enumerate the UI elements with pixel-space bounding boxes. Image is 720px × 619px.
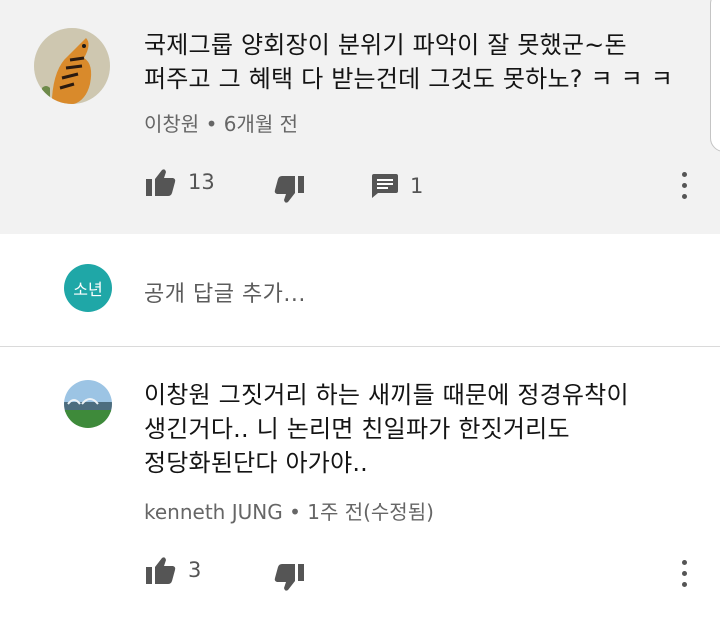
more-options-icon[interactable] [679, 560, 689, 587]
like-count: 3 [188, 558, 202, 582]
divider [0, 346, 720, 347]
comment-icon [372, 174, 398, 198]
more-options-icon[interactable] [679, 172, 689, 199]
comment-text: 이창원 그짓거리 하는 새끼들 때문에 정경유착이 생긴거다.. 니 논리면 친… [144, 381, 629, 477]
avatar-initials: 소년 [73, 280, 103, 299]
scroll-edge [710, 0, 720, 152]
author-name[interactable]: 이창원 [144, 112, 199, 136]
thumbs-up-icon [146, 557, 176, 584]
meta-separator: • [289, 500, 301, 524]
commenter-avatar[interactable] [34, 28, 110, 104]
thumbs-up-icon [146, 169, 176, 196]
comment-meta: 이창원 • 6개월 전 [144, 108, 298, 137]
comment-time: 1주 전(수정됨) [307, 500, 434, 524]
meta-separator: • [205, 112, 218, 136]
like-button[interactable]: 13 [146, 168, 215, 196]
reply-count: 1 [410, 174, 424, 198]
like-button[interactable]: 3 [146, 556, 201, 584]
reply-button[interactable]: 1 [372, 174, 423, 198]
reply-input[interactable]: 공개 답글 추가... [144, 276, 306, 308]
like-count: 13 [188, 170, 215, 194]
comment-time: 6개월 전 [223, 112, 299, 136]
comment-meta: kenneth JUNG • 1주 전(수정됨) [144, 496, 434, 525]
thumbs-down-icon [274, 176, 304, 203]
commenter-avatar[interactable] [64, 380, 112, 428]
thumbs-down-icon [274, 564, 304, 591]
dislike-button[interactable] [274, 564, 304, 592]
user-avatar: 소년 [64, 264, 112, 312]
author-name[interactable]: kenneth JUNG [144, 500, 283, 524]
comment-text: 국제그룹 양회장이 분위기 파악이 잘 못했군~돈 퍼주고 그 혜택 다 받는건… [144, 31, 673, 93]
dislike-button[interactable] [274, 176, 304, 204]
